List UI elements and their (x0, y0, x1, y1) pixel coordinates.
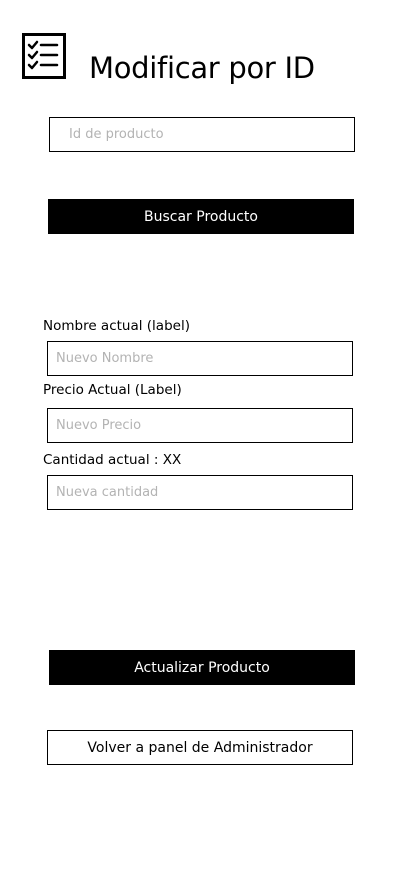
new-name-input[interactable] (47, 341, 353, 376)
back-to-admin-panel-button[interactable]: Volver a panel de Administrador (47, 730, 353, 765)
product-id-input[interactable] (49, 117, 355, 152)
new-quantity-input[interactable] (47, 475, 353, 510)
update-product-button[interactable]: Actualizar Producto (49, 650, 355, 685)
page-title: Modificar por ID (89, 51, 315, 85)
search-product-button[interactable]: Buscar Producto (48, 199, 354, 234)
checklist-icon (22, 33, 66, 79)
current-price-label: Precio Actual (Label) (43, 382, 182, 398)
current-quantity-label: Cantidad actual : XX (43, 452, 182, 468)
new-price-input[interactable] (47, 408, 353, 443)
current-name-label: Nombre actual (label) (43, 318, 190, 334)
